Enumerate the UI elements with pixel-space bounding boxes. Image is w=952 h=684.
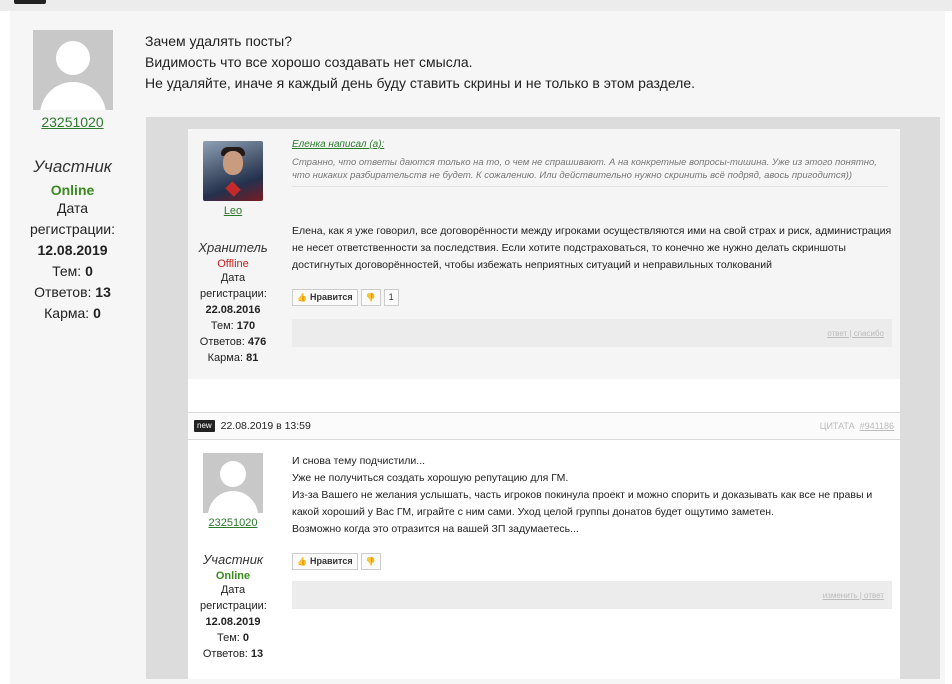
post2-author-status: Online [215, 570, 251, 582]
author-username-link[interactable]: 23251020 [41, 114, 103, 130]
author-status: Online [50, 182, 95, 198]
post2-author-panel: 23251020 Участник Online Дата регистраци… [188, 439, 278, 662]
reply-author-karma: Карма: 81 [207, 352, 259, 364]
reply-author-reg-date: 22.08.2016 [205, 304, 261, 316]
post-date: 22.08.2019 в 13:59 [220, 420, 311, 432]
author-topics: Тем: 0 [52, 263, 93, 279]
quoted-reply-post: Leo Хранитель Offline Дата регистрации: … [188, 129, 900, 379]
author-role: Участник [33, 157, 112, 176]
post2-avatar [203, 453, 263, 513]
quote-block: Еленка написал (а): Странно, что ответы … [292, 139, 888, 187]
post-header: new 22.08.2019 в 13:59 ЦИТАТА #941186 [188, 412, 900, 440]
reply-author-username: Leo [223, 205, 243, 217]
reply-author-reg-label: Дата регистрации: [200, 272, 267, 300]
dislike-count: 1 [383, 289, 399, 306]
message-line: Зачем удалять посты? [145, 33, 292, 49]
post2-author-username: 23251020 [208, 517, 258, 529]
like-button: 👍 Нравится [292, 289, 358, 306]
author-answers: Ответов: 13 [34, 284, 111, 300]
quote-text: Странно, что ответы даются только на то,… [292, 157, 877, 181]
post2-text: И снова тему подчистили... Уже не получи… [292, 453, 892, 538]
reply-like-bar: 👍 Нравится 👎 1 [292, 289, 399, 306]
post2-author-answers: Ответов: 13 [202, 648, 264, 660]
screenshot-content: Leo Хранитель Offline Дата регистрации: … [188, 129, 900, 679]
thumbs-up-icon: 👍 [297, 293, 307, 302]
post2-author-reg-label: Дата регистрации: [200, 584, 267, 612]
post2-author-reg-date: 12.08.2019 [205, 616, 261, 628]
post2-line: Возможно когда это отразится на вашей ЗП… [292, 523, 579, 535]
post2-author-role: Участник [202, 552, 264, 567]
reply-author-answers: Ответов: 476 [199, 336, 267, 348]
reply-action: ответ [827, 329, 848, 338]
message-line: Не удаляйте, иначе я каждый день буду ст… [145, 75, 695, 91]
quote-author: Еленка написал (а): [292, 139, 385, 150]
edit-action: изменить [822, 591, 858, 600]
post-message: Зачем удалять посты? Видимость что все х… [145, 31, 925, 94]
reply-author-status: Offline [217, 258, 249, 270]
reply-action-bar: ответ | спасибо [292, 319, 892, 347]
thanks-action: спасибо [853, 329, 884, 338]
post2-action-bar: изменить | ответ [292, 581, 892, 609]
post-author-panel: 23251020 Участник Online Дата регистраци… [10, 11, 135, 324]
new-tag: new [194, 420, 215, 433]
dislike-button: 👎 [360, 289, 381, 306]
thumbs-down-icon: 👎 [365, 557, 376, 566]
leo-avatar [203, 141, 263, 201]
author-reg-date: 12.08.2019 [37, 242, 108, 258]
post2-author-topics: Тем: 0 [216, 632, 250, 644]
top-bar-chip [14, 0, 46, 4]
quote-link: ЦИТАТА [819, 421, 855, 431]
attached-screenshot[interactable]: Leo Хранитель Offline Дата регистрации: … [146, 117, 940, 679]
post2-line: Уже не получиться создать хорошую репута… [292, 472, 569, 484]
post2-dislike-button: 👎 [360, 553, 381, 570]
author-karma: Карма: 0 [44, 305, 101, 321]
author-reg-label: Дата регистрации: [29, 200, 116, 237]
post-header-links: ЦИТАТА #941186 [820, 413, 894, 439]
reply-text: Елена, как я уже говорил, все договорённ… [292, 225, 892, 271]
post2-like-button: 👍 Нравится [292, 553, 358, 570]
top-bar [0, 0, 952, 11]
post-number-link: #941186 [859, 421, 894, 431]
forum-post: 23251020 Участник Online Дата регистраци… [10, 11, 945, 684]
thumbs-up-icon: 👍 [297, 557, 307, 566]
post2-reply-action: ответ [864, 591, 884, 600]
avatar[interactable] [32, 30, 113, 110]
message-line: Видимость что все хорошо создавать нет с… [145, 54, 473, 70]
post2-like-bar: 👍 Нравится 👎 [292, 553, 381, 570]
post2-line: И снова тему подчистили... [292, 455, 426, 467]
post2-line: Из-за Вашего не желания услышать, часть … [292, 489, 873, 518]
reply-author-topics: Тем: 170 [210, 320, 256, 332]
reply-author-role: Хранитель [198, 240, 268, 255]
reply-author-panel: Leo Хранитель Offline Дата регистрации: … [188, 129, 278, 366]
thumbs-down-icon: 👎 [365, 293, 376, 302]
